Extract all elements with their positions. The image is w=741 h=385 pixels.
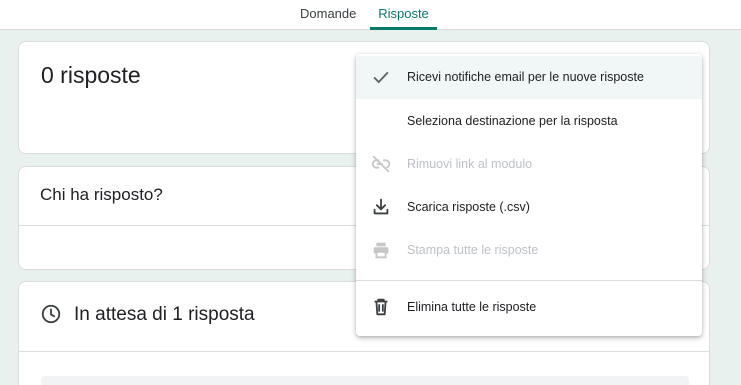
link-off-icon	[370, 153, 392, 175]
menu-item-delete-all[interactable]: Elimina tutte le risposte	[356, 286, 702, 329]
menu-item-label: Stampa tutte le risposte	[407, 243, 539, 257]
tab-domande[interactable]: Domande	[300, 0, 356, 30]
download-icon	[370, 196, 392, 218]
menu-item-email-notifications[interactable]: Ricevi notifiche email per le nuove risp…	[356, 56, 702, 99]
menu-item-print-all: Stampa tutte le risposte	[356, 229, 702, 272]
menu-item-label: Elimina tutte le risposte	[407, 300, 537, 314]
active-tab-indicator	[370, 27, 437, 30]
menu-item-unlink-form: Rimuovi link al modulo	[356, 143, 702, 186]
tab-risposte[interactable]: Risposte	[370, 0, 437, 30]
menu-item-download-csv[interactable]: Scarica risposte (.csv)	[356, 186, 702, 229]
menu-item-select-destination[interactable]: Seleziona destinazione per la risposta	[356, 100, 702, 143]
divider	[19, 351, 709, 352]
menu-item-label: Rimuovi link al modulo	[407, 157, 533, 171]
top-tab-bar: Domande Risposte	[0, 0, 741, 30]
check-icon	[370, 66, 392, 88]
trash-icon	[370, 296, 392, 318]
menu-item-label: Seleziona destinazione per la risposta	[407, 114, 618, 128]
responses-options-menu: Ricevi notifiche email per le nuove risp…	[356, 54, 702, 336]
print-icon	[370, 239, 392, 261]
menu-item-label: Ricevi notifiche email per le nuove risp…	[407, 70, 644, 84]
pending-list-area	[41, 376, 689, 385]
responses-count-title: 0 risposte	[41, 62, 141, 88]
clock-icon	[40, 303, 62, 325]
respondents-title: Chi ha risposto?	[40, 185, 163, 204]
menu-item-label: Scarica risposte (.csv)	[407, 200, 530, 214]
pending-title: In attesa di 1 risposta	[74, 304, 255, 325]
menu-divider	[356, 280, 702, 281]
